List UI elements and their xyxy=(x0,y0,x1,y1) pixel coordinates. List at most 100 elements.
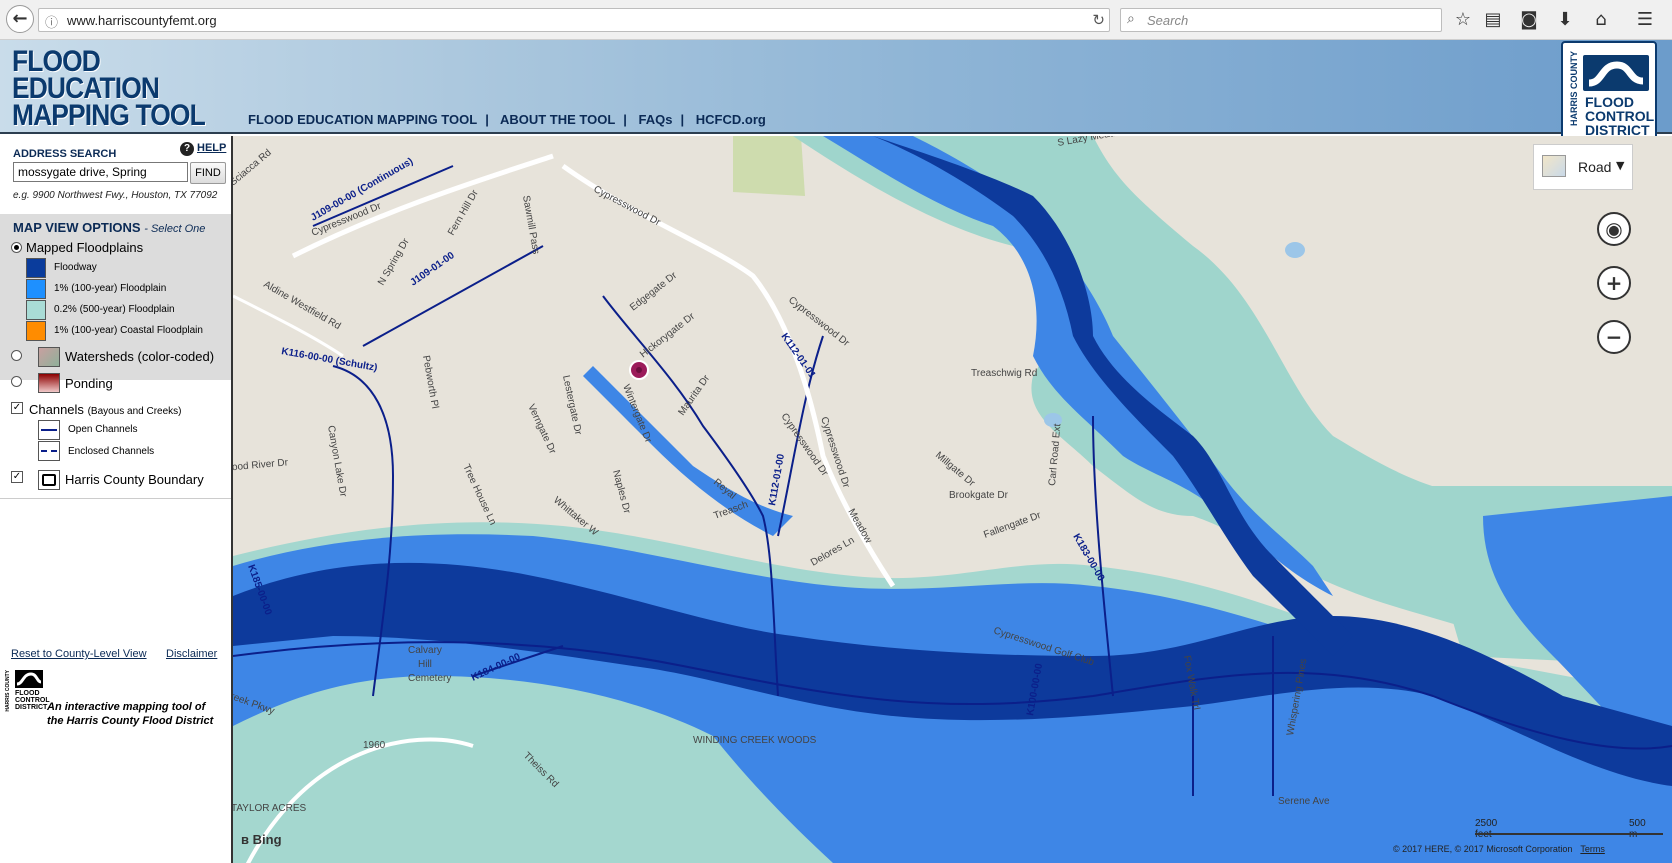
street-label: Brookgate Dr xyxy=(949,490,1009,501)
footer-tagline-line: the Harris County Flood District xyxy=(47,715,214,727)
site-logo[interactable]: FLOOD EDUCATION MAPPING TOOL xyxy=(12,45,206,132)
small-logo-line: FLOOD xyxy=(15,690,40,697)
map-svg[interactable]: Cypresswood DrCypresswood DrCypresswood … xyxy=(233,136,1672,863)
bing-text: Bing xyxy=(252,832,282,847)
search-placeholder[interactable]: Search xyxy=(1147,13,1188,28)
help-label[interactable]: HELP xyxy=(197,142,226,154)
logo-line: EDUCATION xyxy=(12,72,160,105)
street-label: Calvary xyxy=(408,645,442,656)
street-label: Cemetery xyxy=(408,673,451,684)
district-logo-side-text: HARRIS COUNTY xyxy=(1569,51,1579,127)
disclaimer-link[interactable]: Disclaimer xyxy=(166,648,217,660)
channels-text: Channels xyxy=(29,402,84,417)
small-logo-side: HARRIS COUNTY xyxy=(5,670,11,712)
home-icon[interactable]: ⌂ xyxy=(1588,7,1614,33)
copyright-text: © 2017 HERE, © 2017 Microsoft Corporatio… xyxy=(1393,844,1573,854)
street-label: Treaschwig Rd xyxy=(971,368,1037,379)
bing-icon: ʙ xyxy=(241,832,249,847)
floodway-swatch xyxy=(26,258,46,278)
street-label: TAYLOR ACRES xyxy=(233,803,307,814)
info-icon[interactable]: ⓘ xyxy=(45,12,58,31)
pocket-icon[interactable]: ◙ xyxy=(1516,7,1542,33)
watersheds-label[interactable]: Watersheds (color-coded) xyxy=(65,349,214,364)
map-view-subtitle: - Select One xyxy=(144,223,206,235)
find-button[interactable]: FIND xyxy=(190,162,226,184)
watersheds-swatch xyxy=(38,347,60,367)
nav-hcfcd[interactable]: HCFCD.org xyxy=(696,112,766,127)
ponding-radio[interactable] xyxy=(11,376,22,387)
channels-checkbox[interactable]: ✓ xyxy=(11,402,23,414)
small-logo-line: DISTRICT xyxy=(15,704,48,711)
coastal-floodplain-swatch xyxy=(26,321,46,341)
floodplain-500-swatch xyxy=(26,300,46,320)
street-label: Hill xyxy=(418,659,432,670)
district-small-logo: HARRIS COUNTY FLOOD CONTROL DISTRICT xyxy=(5,668,50,716)
address-search-label: ADDRESS SEARCH xyxy=(13,148,117,160)
boundary-swatch xyxy=(38,470,60,490)
reading-list-icon[interactable]: ▤ xyxy=(1480,7,1506,33)
divider xyxy=(0,498,231,499)
star-icon[interactable]: ☆ xyxy=(1450,7,1476,33)
street-label: 1960 xyxy=(363,740,386,751)
legend-coastal: 1% (100-year) Coastal Floodplain xyxy=(54,325,203,336)
main-nav: FLOOD EDUCATION MAPPING TOOL | ABOUT THE … xyxy=(248,112,766,127)
help-link[interactable]: ? HELP xyxy=(180,142,226,156)
mapped-floodplains-label[interactable]: Mapped Floodplains xyxy=(26,240,143,255)
search-bar[interactable]: ⌕ Search xyxy=(1120,8,1442,32)
river-logo-icon xyxy=(1583,55,1649,91)
search-icon: ⌕ xyxy=(1127,11,1135,27)
legend-floodway: Floodway xyxy=(54,262,97,273)
scale-feet: 2500 feet xyxy=(1475,818,1498,840)
district-logo-line: FLOOD xyxy=(1585,94,1634,110)
logo-line: MAPPING TOOL xyxy=(12,99,206,132)
zoom-in-button[interactable]: + xyxy=(1597,266,1631,300)
map-copyright: © 2017 HERE, © 2017 Microsoft Corporatio… xyxy=(1393,844,1605,854)
boundary-checkbox[interactable]: ✓ xyxy=(11,471,23,483)
map-style-label[interactable]: Road xyxy=(1578,159,1611,175)
footer-tagline: An interactive mapping tool of the Harri… xyxy=(47,700,213,728)
district-logo-text: FLOOD CONTROL DISTRICT xyxy=(1585,95,1654,137)
map-style-control[interactable]: Road ▼ xyxy=(1533,144,1633,190)
street-label: WINDING CREEK WOODS xyxy=(693,735,817,746)
bing-logo: ʙ Bing xyxy=(241,832,282,847)
help-icon[interactable]: ? xyxy=(180,142,194,156)
download-icon[interactable]: ⬇ xyxy=(1552,7,1578,33)
road-map-icon xyxy=(1542,155,1566,177)
map-canvas[interactable]: Cypresswood Dr Cypresswood Dr Cypresswood … xyxy=(233,136,1672,863)
chevron-down-icon[interactable]: ▼ xyxy=(1616,159,1624,172)
district-logo-line: CONTROL xyxy=(1585,108,1655,124)
address-example: e.g. 9900 Northwest Fwy., Houston, TX 77… xyxy=(13,190,218,201)
scale-meters: 500 m xyxy=(1629,818,1646,840)
ponding-label[interactable]: Ponding xyxy=(65,376,113,391)
locate-me-button[interactable]: ◉ xyxy=(1597,212,1631,246)
zoom-out-button[interactable]: − xyxy=(1597,320,1631,354)
url-text[interactable]: www.harriscountyfemt.org xyxy=(67,13,217,28)
mapped-floodplains-radio[interactable] xyxy=(11,242,22,253)
boundary-label[interactable]: Harris County Boundary xyxy=(65,472,204,487)
small-logo-line: CONTROL xyxy=(15,697,50,704)
district-logo[interactable]: HARRIS COUNTY FLOOD CONTROL DISTRICT xyxy=(1561,41,1657,141)
legend-enclosed-channels: Enclosed Channels xyxy=(68,446,155,457)
footer-tagline-line: An interactive mapping tool of xyxy=(47,701,206,713)
address-input[interactable] xyxy=(13,162,188,182)
channels-sub: (Bayous and Creeks) xyxy=(87,406,182,417)
map-view-title-text: MAP VIEW OPTIONS xyxy=(13,220,141,235)
legend-open-channels: Open Channels xyxy=(68,424,138,435)
map-view-title: MAP VIEW OPTIONS - Select One xyxy=(13,220,205,235)
reload-icon[interactable]: ↻ xyxy=(1092,11,1105,29)
reset-view-link[interactable]: Reset to County-Level View xyxy=(11,648,147,660)
back-button[interactable]: ← xyxy=(6,5,34,33)
menu-icon[interactable]: ☰ xyxy=(1632,7,1658,33)
district-logo-line: DISTRICT xyxy=(1585,122,1650,138)
url-bar[interactable]: ⓘ www.harriscountyfemt.org ↻ xyxy=(38,8,1110,32)
watersheds-radio[interactable] xyxy=(11,350,22,361)
terms-link[interactable]: Terms xyxy=(1580,844,1605,854)
nav-faqs[interactable]: FAQs xyxy=(639,112,673,127)
header-banner: FLOOD EDUCATION MAPPING TOOL FLOOD EDUCA… xyxy=(0,40,1672,141)
browser-chrome: ← ⓘ www.harriscountyfemt.org ↻ ⌕ Search … xyxy=(0,0,1672,40)
logo-line: FLOOD xyxy=(12,45,101,78)
channels-label[interactable]: Channels (Bayous and Creeks) xyxy=(29,402,182,417)
nav-flood-education[interactable]: FLOOD EDUCATION MAPPING TOOL xyxy=(248,112,477,127)
open-channel-swatch xyxy=(38,420,60,440)
nav-about[interactable]: ABOUT THE TOOL xyxy=(500,112,615,127)
